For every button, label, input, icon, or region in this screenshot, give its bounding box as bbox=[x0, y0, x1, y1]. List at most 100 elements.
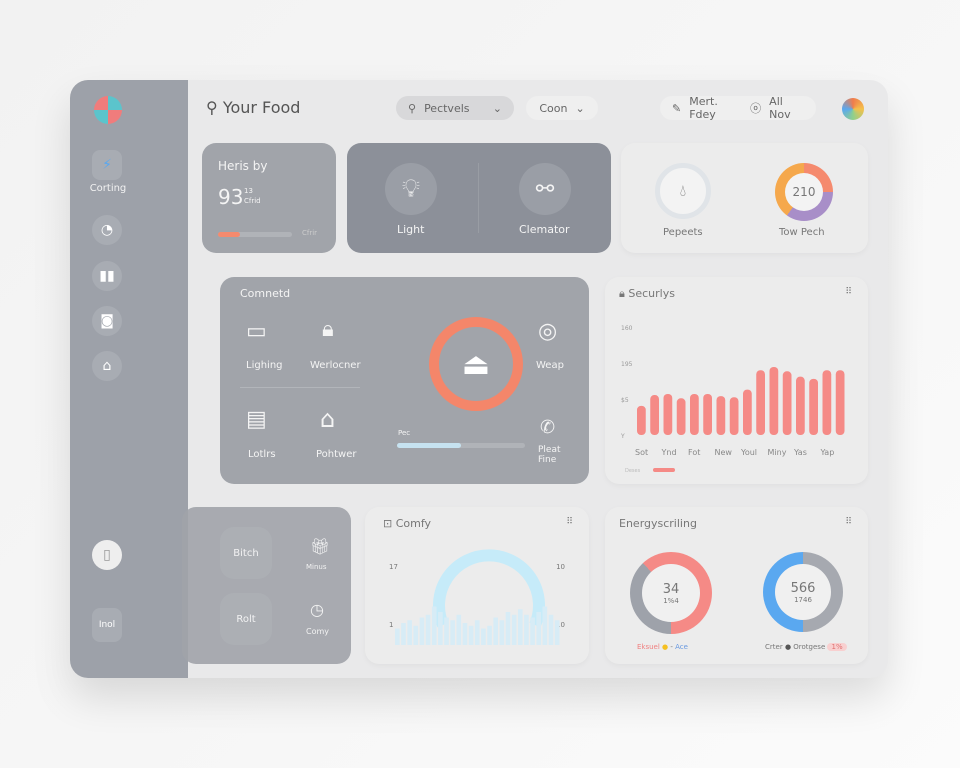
phone-icon[interactable]: ✆ bbox=[540, 417, 555, 438]
bar bbox=[716, 396, 726, 435]
comfy-bar bbox=[474, 620, 480, 645]
comfy-bar bbox=[481, 628, 486, 645]
legend-1: Eksuel ● - Ace bbox=[637, 643, 688, 651]
quick-button[interactable]: Rolt bbox=[220, 593, 272, 645]
edit-icon[interactable]: ✎ bbox=[672, 102, 681, 115]
gift-icon[interactable]: 🎁︎ bbox=[310, 537, 330, 556]
filter-label: Pectvels bbox=[424, 101, 470, 115]
comfy-bar bbox=[536, 612, 542, 645]
heris-value: 93 bbox=[218, 185, 244, 209]
quick-button-label: Rolt bbox=[236, 613, 256, 625]
comfy-bar bbox=[493, 617, 499, 645]
chevron-down-icon: ⌄ bbox=[575, 101, 585, 115]
comfy-bar bbox=[425, 614, 431, 645]
card-title: Heris by bbox=[218, 159, 268, 173]
stat-label: Pepeets bbox=[663, 227, 703, 238]
gauge-icon[interactable]: ◔ bbox=[92, 215, 122, 245]
info-icon[interactable]: ⓞ bbox=[750, 100, 761, 116]
bar bbox=[809, 378, 818, 435]
camera-icon[interactable]: ◙ bbox=[92, 306, 122, 336]
quick-button-label: Bitch bbox=[233, 547, 259, 559]
lightbulb-icon: ⏏ bbox=[461, 346, 491, 382]
energy-card: Energyscriling ⠿ 34 1%4 566 1746 Eksuel ● … bbox=[605, 507, 868, 664]
clock-icon[interactable]: ◷ bbox=[310, 600, 324, 619]
x-tick-label: Ynd bbox=[661, 448, 677, 457]
security-bar-chart: Y $5 195 160 Sot Ynd Fot New Youl Miny Yas Yap Deses bbox=[620, 325, 845, 474]
quick-button[interactable]: Bitch bbox=[220, 527, 272, 579]
battery-icon[interactable]: ▯ bbox=[92, 540, 122, 570]
bar bbox=[703, 393, 712, 435]
donut-chart: 210 bbox=[775, 163, 833, 221]
energy-donut-1: 34 1%4 bbox=[630, 552, 712, 634]
door-icon[interactable]: ⌂ bbox=[92, 351, 122, 381]
unit-bottom: Cfrid bbox=[244, 197, 261, 205]
tv-icon[interactable]: ▭ bbox=[246, 319, 267, 344]
donut-value: 566 bbox=[790, 580, 816, 596]
legend-label: Crter bbox=[765, 643, 783, 651]
pause-icon[interactable]: ▮▮ bbox=[92, 261, 122, 291]
lightbulb-icon[interactable]: 💡︎ bbox=[385, 163, 437, 215]
stat-label: Tow Pech bbox=[779, 227, 825, 238]
comfy-bar bbox=[419, 617, 425, 645]
security-chart-card: 🔒︎ Securlys ⠿ Y $5 195 160 Sot Ynd Fot New Youl M… bbox=[605, 277, 868, 484]
unit-top: 13 bbox=[244, 187, 253, 195]
comfy-bar bbox=[444, 617, 449, 645]
comfy-arc bbox=[433, 549, 545, 628]
legend-label: Deses bbox=[625, 468, 641, 474]
bar-label: Cfrir bbox=[302, 229, 318, 237]
search-bar[interactable]: ⚲ Your Food bbox=[206, 98, 300, 117]
x-tick-label: Youl bbox=[740, 448, 757, 457]
comfy-bar bbox=[554, 620, 560, 645]
bar bbox=[663, 393, 673, 435]
comfy-bar bbox=[468, 625, 474, 645]
legend-swatch bbox=[653, 468, 675, 472]
lock-icon[interactable]: 🔒︎ bbox=[322, 317, 334, 342]
legend-2: Crter ● Orotgese 1% bbox=[765, 643, 847, 651]
comfy-bar bbox=[450, 620, 455, 645]
quick-actions-card: Bitch Rolt 🎁︎ Minus ◷ Comy bbox=[182, 507, 351, 664]
plug-icon[interactable]: ⚯ bbox=[519, 163, 571, 215]
search-text: Your Food bbox=[222, 98, 301, 117]
sidebar-bottom-item[interactable]: Inol bbox=[92, 608, 122, 642]
sidebar-item-label: Corting bbox=[89, 183, 127, 194]
period-label: Coon bbox=[539, 101, 568, 115]
devices-card: 💡︎ Light ⚯ Clemator bbox=[347, 143, 611, 253]
device-label: Weap bbox=[536, 360, 564, 371]
donut-sub: 1746 bbox=[794, 595, 812, 604]
comfy-bar bbox=[517, 609, 523, 645]
connected-card: Comnetd ▭ Lighing 🔒︎ Werlocner ▤ Lotlrs … bbox=[220, 277, 589, 484]
bar bbox=[637, 405, 646, 435]
panel-icon[interactable]: ▤ bbox=[246, 407, 267, 432]
bar bbox=[650, 395, 659, 435]
header-actions: ✎ Mert. Fdey ⓞ All Nov bbox=[660, 95, 816, 121]
x-tick-label: Yas bbox=[793, 448, 807, 457]
device-label: Pleat Fine bbox=[538, 445, 561, 465]
comfy-bar bbox=[542, 606, 548, 645]
drag-handle-icon[interactable]: ⠿ bbox=[845, 517, 852, 527]
drop-icon: 💧︎ bbox=[655, 163, 711, 219]
house-icon[interactable]: ⌂ bbox=[320, 405, 335, 433]
x-tick-label: Yap bbox=[820, 448, 835, 457]
period-dropdown[interactable]: Coon ⌄ bbox=[526, 96, 598, 120]
device-label: Lighing bbox=[246, 360, 283, 371]
comfy-bar bbox=[511, 614, 517, 645]
bar bbox=[822, 370, 832, 435]
target-icon[interactable]: ◎ bbox=[538, 319, 557, 344]
filter-dropdown[interactable]: ⚲ Pectvels ⌄ bbox=[396, 96, 514, 120]
comfy-bar bbox=[401, 623, 406, 645]
comfy-bar bbox=[462, 623, 468, 645]
bar bbox=[782, 371, 792, 435]
lightning-icon[interactable]: ⚡ bbox=[92, 150, 122, 180]
energy-donut-2: 566 1746 bbox=[763, 552, 843, 632]
light-control-ring[interactable]: ⏏ bbox=[429, 317, 523, 411]
donut-value: 210 bbox=[785, 173, 823, 211]
comfy-bar bbox=[487, 625, 492, 645]
action-edit-label[interactable]: Mert. Fdey bbox=[689, 95, 742, 121]
comfy-bar bbox=[530, 617, 535, 645]
action-all-label[interactable]: All Nov bbox=[769, 95, 804, 121]
x-tick-label: Fot bbox=[688, 448, 700, 457]
avatar[interactable] bbox=[842, 98, 864, 120]
brightness-slider[interactable] bbox=[397, 443, 525, 448]
bar bbox=[743, 389, 752, 435]
bar bbox=[835, 370, 845, 435]
